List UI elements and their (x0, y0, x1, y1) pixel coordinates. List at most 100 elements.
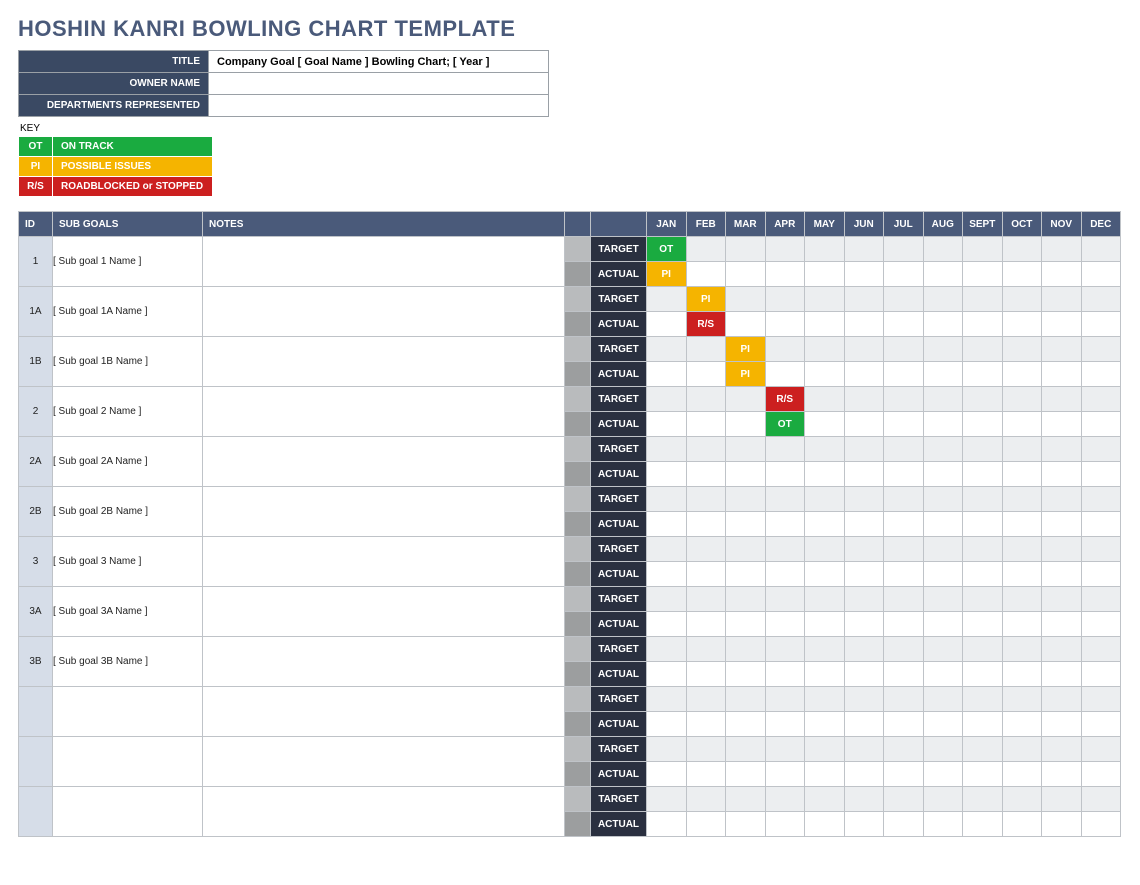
month-cell[interactable] (844, 687, 884, 712)
month-cell[interactable] (963, 262, 1003, 287)
month-cell[interactable] (1002, 662, 1042, 687)
meta-value-title[interactable]: Company Goal [ Goal Name ] Bowling Chart… (209, 51, 549, 73)
month-cell[interactable] (805, 462, 845, 487)
month-cell[interactable] (1002, 712, 1042, 737)
month-cell[interactable] (726, 287, 766, 312)
month-cell[interactable] (1002, 287, 1042, 312)
month-cell[interactable] (686, 387, 726, 412)
month-cell[interactable] (884, 487, 924, 512)
row-notes[interactable] (203, 287, 565, 337)
month-cell[interactable] (726, 637, 766, 662)
month-cell[interactable] (1081, 512, 1121, 537)
month-cell[interactable] (884, 387, 924, 412)
row-notes[interactable] (203, 337, 565, 387)
month-cell[interactable] (805, 287, 845, 312)
month-cell[interactable] (884, 712, 924, 737)
month-cell[interactable] (963, 587, 1003, 612)
meta-value-departments[interactable] (209, 95, 549, 117)
row-subgoal[interactable]: [ Sub goal 1B Name ] (53, 337, 203, 387)
month-cell[interactable] (726, 562, 766, 587)
month-cell[interactable] (765, 787, 805, 812)
month-cell[interactable] (1081, 412, 1121, 437)
month-cell[interactable] (923, 387, 963, 412)
month-cell[interactable]: PI (647, 262, 687, 287)
month-cell[interactable] (726, 662, 766, 687)
month-cell[interactable] (963, 612, 1003, 637)
month-cell[interactable] (884, 312, 924, 337)
month-cell[interactable] (1081, 812, 1121, 837)
month-cell[interactable] (647, 512, 687, 537)
month-cell[interactable] (963, 287, 1003, 312)
month-cell[interactable] (844, 412, 884, 437)
month-cell[interactable] (963, 712, 1003, 737)
month-cell[interactable] (805, 612, 845, 637)
month-cell[interactable] (805, 587, 845, 612)
month-cell[interactable] (923, 412, 963, 437)
row-id[interactable]: 3 (19, 537, 53, 587)
month-cell[interactable] (1002, 787, 1042, 812)
row-subgoal[interactable]: [ Sub goal 2 Name ] (53, 387, 203, 437)
month-cell[interactable] (1042, 537, 1082, 562)
month-cell[interactable] (1081, 737, 1121, 762)
month-cell[interactable] (884, 287, 924, 312)
month-cell[interactable] (765, 637, 805, 662)
row-subgoal[interactable]: [ Sub goal 1 Name ] (53, 237, 203, 287)
month-cell[interactable] (884, 337, 924, 362)
month-cell[interactable] (805, 562, 845, 587)
month-cell[interactable] (1042, 387, 1082, 412)
month-cell[interactable] (923, 337, 963, 362)
month-cell[interactable] (726, 412, 766, 437)
month-cell[interactable] (647, 587, 687, 612)
month-cell[interactable] (726, 262, 766, 287)
row-subgoal[interactable] (53, 737, 203, 787)
month-cell[interactable] (963, 762, 1003, 787)
month-cell[interactable] (963, 637, 1003, 662)
month-cell[interactable] (686, 537, 726, 562)
month-cell[interactable] (844, 512, 884, 537)
month-cell[interactable] (963, 437, 1003, 462)
month-cell[interactable] (765, 312, 805, 337)
month-cell[interactable] (1042, 437, 1082, 462)
month-cell[interactable] (647, 412, 687, 437)
month-cell[interactable] (923, 312, 963, 337)
month-cell[interactable] (1002, 737, 1042, 762)
month-cell[interactable] (1081, 662, 1121, 687)
row-subgoal[interactable]: [ Sub goal 3 Name ] (53, 537, 203, 587)
month-cell[interactable] (963, 687, 1003, 712)
month-cell[interactable] (923, 262, 963, 287)
month-cell[interactable] (805, 662, 845, 687)
month-cell[interactable] (1081, 762, 1121, 787)
month-cell[interactable] (726, 237, 766, 262)
month-cell[interactable]: PI (686, 287, 726, 312)
month-cell[interactable] (1042, 487, 1082, 512)
month-cell[interactable] (1081, 387, 1121, 412)
month-cell[interactable] (686, 412, 726, 437)
month-cell[interactable] (1081, 587, 1121, 612)
month-cell[interactable] (884, 362, 924, 387)
month-cell[interactable] (647, 387, 687, 412)
month-cell[interactable] (726, 712, 766, 737)
month-cell[interactable] (765, 262, 805, 287)
month-cell[interactable] (923, 512, 963, 537)
month-cell[interactable] (765, 612, 805, 637)
month-cell[interactable] (1081, 437, 1121, 462)
month-cell[interactable] (686, 437, 726, 462)
month-cell[interactable] (647, 337, 687, 362)
month-cell[interactable] (923, 587, 963, 612)
month-cell[interactable] (647, 287, 687, 312)
month-cell[interactable] (1081, 487, 1121, 512)
month-cell[interactable] (844, 287, 884, 312)
month-cell[interactable] (923, 812, 963, 837)
row-notes[interactable] (203, 737, 565, 787)
month-cell[interactable] (844, 562, 884, 587)
month-cell[interactable] (1002, 412, 1042, 437)
month-cell[interactable] (1081, 712, 1121, 737)
month-cell[interactable] (884, 812, 924, 837)
month-cell[interactable] (647, 462, 687, 487)
month-cell[interactable] (1081, 462, 1121, 487)
month-cell[interactable] (963, 662, 1003, 687)
row-notes[interactable] (203, 237, 565, 287)
month-cell[interactable] (1042, 237, 1082, 262)
month-cell[interactable] (884, 537, 924, 562)
month-cell[interactable] (844, 362, 884, 387)
